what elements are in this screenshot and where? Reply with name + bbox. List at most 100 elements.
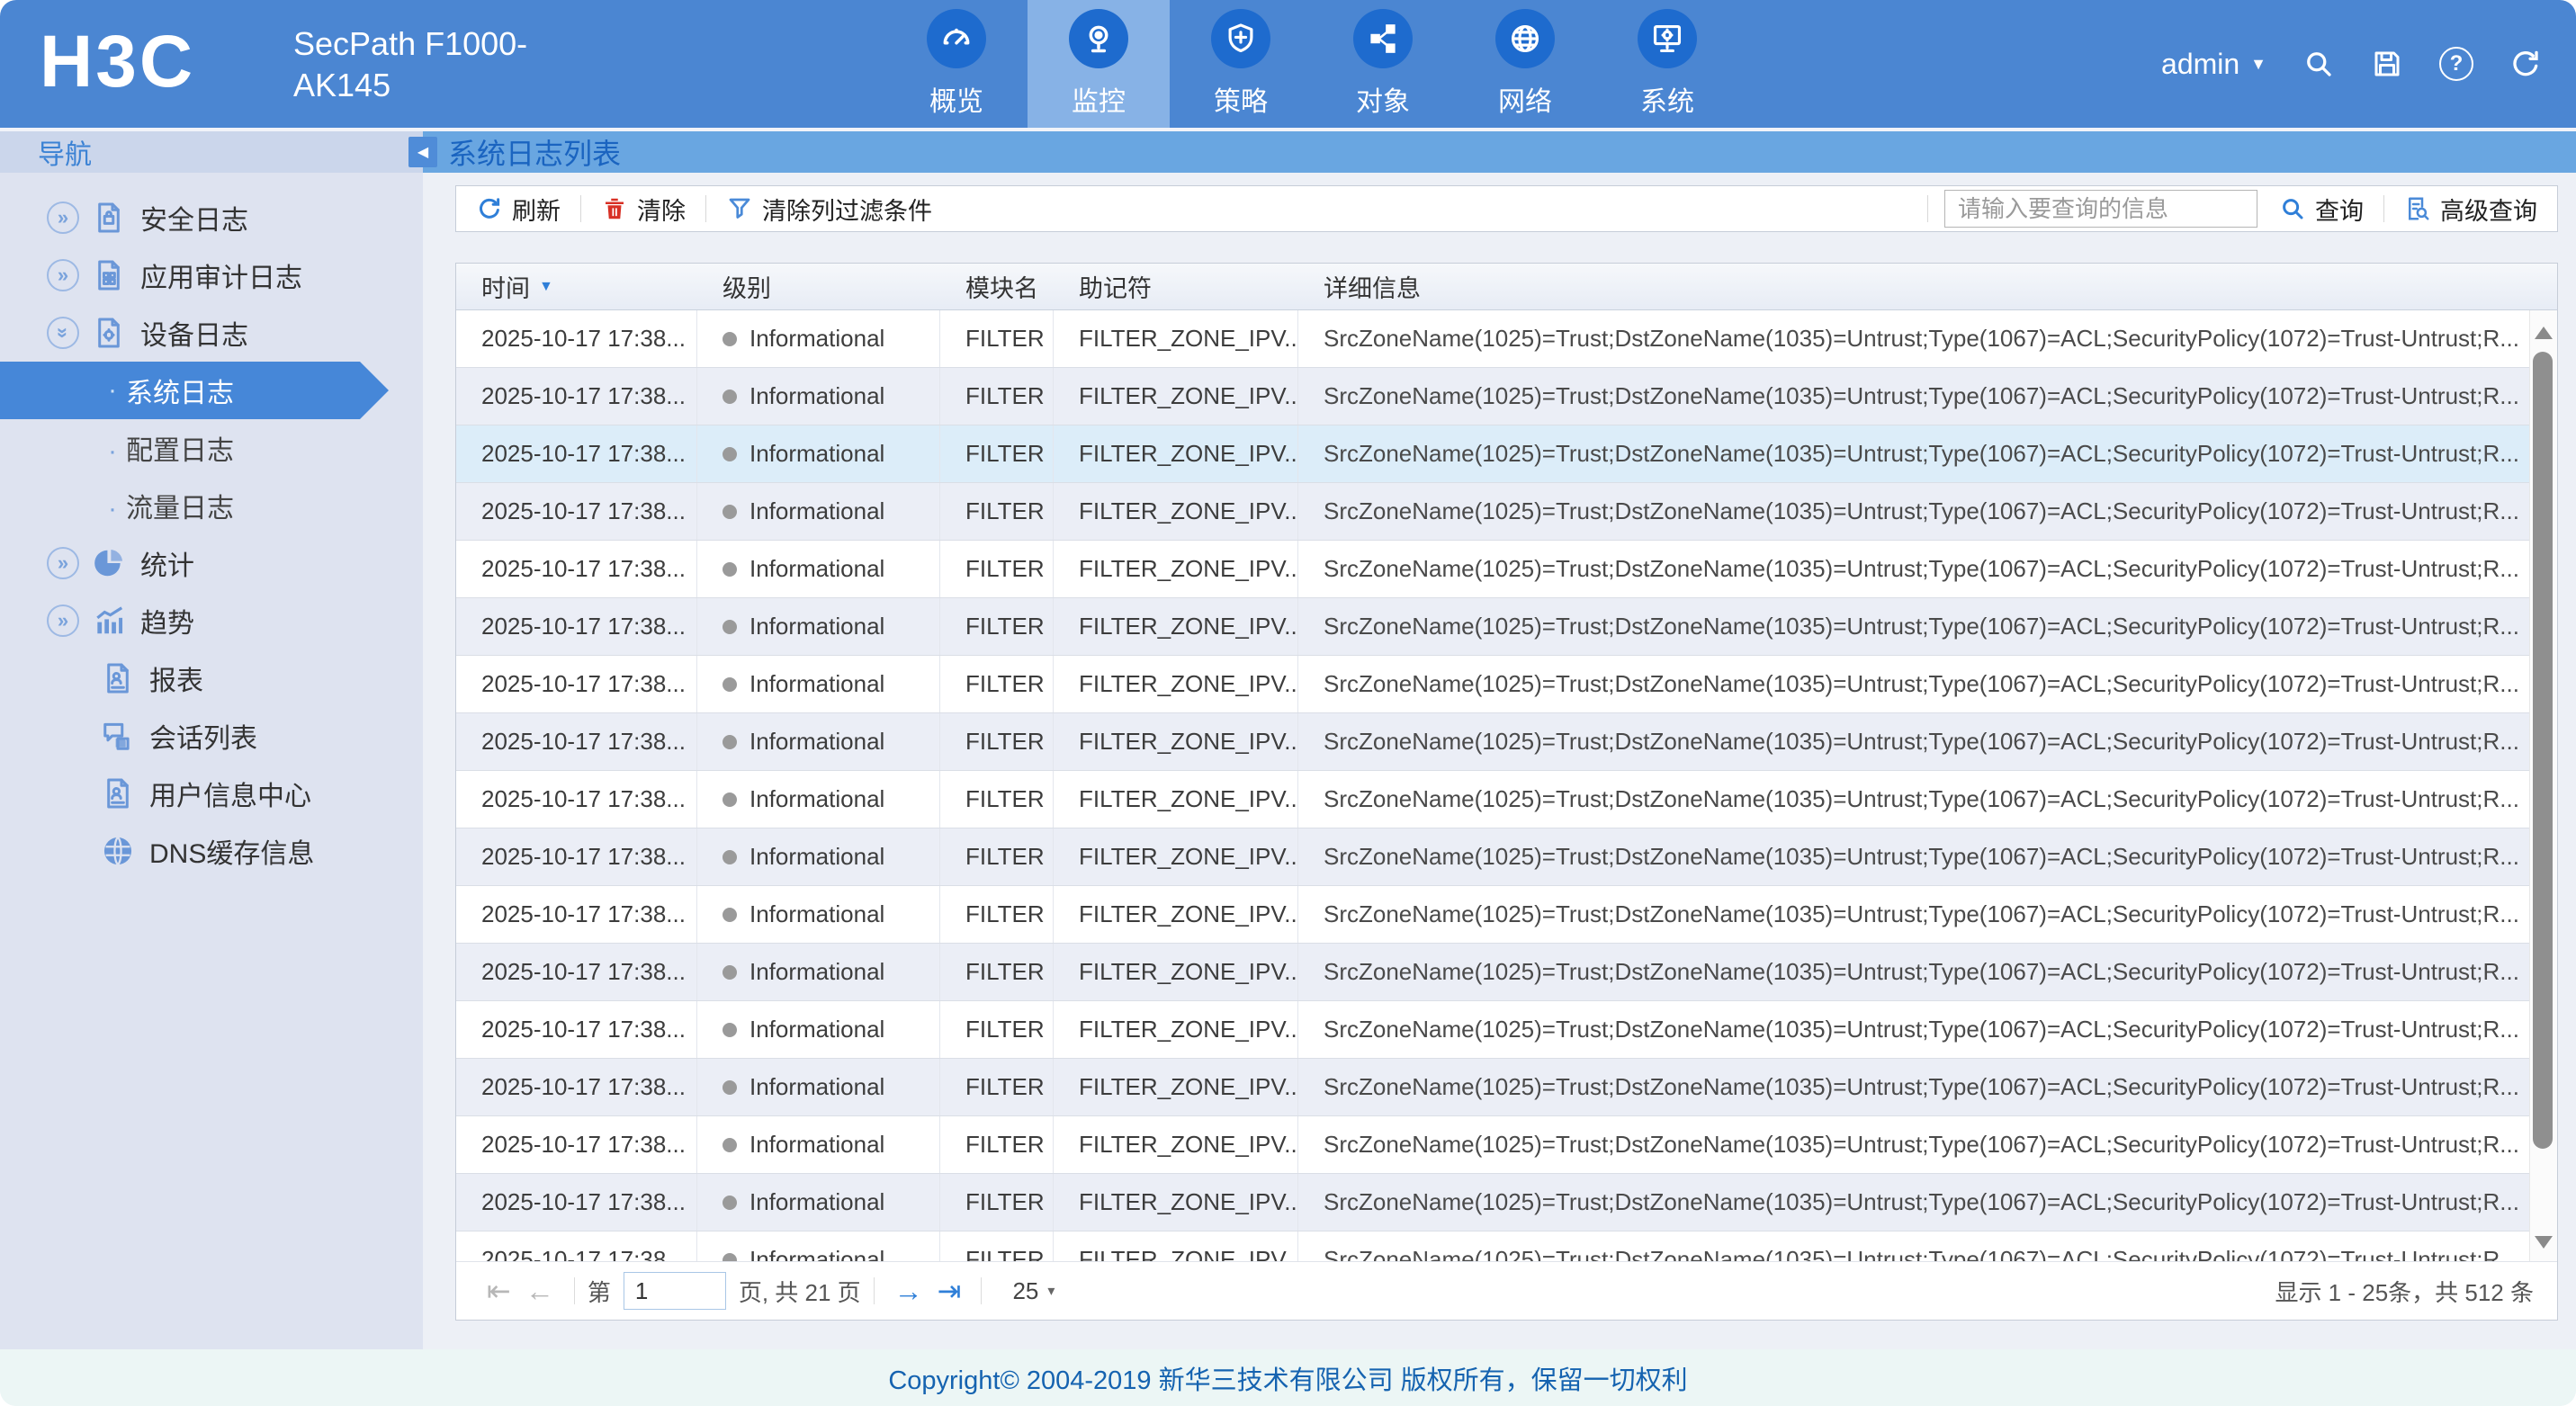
expand-icon[interactable]: » bbox=[47, 547, 79, 579]
table-row[interactable]: 2025-10-17 17:38...InformationalFILTERFI… bbox=[456, 1001, 2557, 1059]
table-row[interactable]: 2025-10-17 17:38...InformationalFILTERFI… bbox=[456, 541, 2557, 598]
report-icon bbox=[101, 661, 135, 695]
table-row[interactable]: 2025-10-17 17:38...InformationalFILTERFI… bbox=[456, 598, 2557, 656]
search-icon[interactable] bbox=[2302, 48, 2335, 80]
cell-module: FILTER bbox=[940, 771, 1054, 828]
tab-网络[interactable]: 网络 bbox=[1454, 0, 1596, 128]
level-dot-icon bbox=[723, 332, 737, 346]
table-row[interactable]: 2025-10-17 17:38...InformationalFILTERFI… bbox=[456, 368, 2557, 425]
logout-icon[interactable] bbox=[2509, 48, 2542, 80]
sidebar-item-统计[interactable]: » 统计 bbox=[0, 534, 423, 592]
tab-概览[interactable]: 概览 bbox=[885, 0, 1028, 128]
page-number-input[interactable] bbox=[624, 1272, 726, 1310]
toolbar: 刷新 清除 清除列过滤条件 bbox=[455, 185, 2558, 232]
next-page-icon[interactable]: → bbox=[887, 1276, 930, 1305]
search-input[interactable] bbox=[1944, 190, 2257, 228]
column-header-时间[interactable]: 时间▼ bbox=[456, 264, 697, 309]
clear-button[interactable]: 清除 bbox=[597, 192, 689, 227]
cell-level: Informational bbox=[697, 886, 940, 943]
page-size-select[interactable]: 25 ▾ bbox=[1012, 1277, 1055, 1305]
tab-监控[interactable]: 监控 bbox=[1028, 0, 1170, 128]
column-header-级别[interactable]: 级别 bbox=[697, 264, 940, 309]
table-row[interactable]: 2025-10-17 17:38...InformationalFILTERFI… bbox=[456, 483, 2557, 541]
sidebar-item-用户信息中心[interactable]: 用户信息中心 bbox=[0, 765, 423, 822]
cell-mnemonic: FILTER_ZONE_IPV... bbox=[1054, 886, 1298, 943]
cell-mnemonic: FILTER_ZONE_IPV... bbox=[1054, 1174, 1298, 1231]
tab-系统[interactable]: 系统 bbox=[1596, 0, 1738, 128]
scroll-up-icon[interactable] bbox=[2535, 327, 2553, 339]
table-row[interactable]: 2025-10-17 17:38...InformationalFILTERFI… bbox=[456, 425, 2557, 483]
cell-detail: SrcZoneName(1025)=Trust;DstZoneName(1035… bbox=[1298, 425, 2557, 482]
advanced-query-icon bbox=[2404, 195, 2431, 222]
column-header-助记符[interactable]: 助记符 bbox=[1054, 264, 1298, 309]
sidebar-item-流量日志[interactable]: ·流量日志 bbox=[0, 477, 423, 534]
sidebar-item-设备日志[interactable]: »设备日志 bbox=[0, 304, 423, 362]
sidebar-item-应用审计日志[interactable]: »应用审计日志 bbox=[0, 246, 423, 304]
cell-detail: SrcZoneName(1025)=Trust;DstZoneName(1035… bbox=[1298, 1001, 2557, 1058]
table-row[interactable]: 2025-10-17 17:38...InformationalFILTERFI… bbox=[456, 944, 2557, 1001]
cell-detail: SrcZoneName(1025)=Trust;DstZoneName(1035… bbox=[1298, 1059, 2557, 1115]
level-dot-icon bbox=[723, 965, 737, 980]
collapse-icon[interactable]: » bbox=[47, 317, 79, 349]
sidebar-item-系统日志[interactable]: ·系统日志 bbox=[0, 362, 389, 419]
prev-page-icon[interactable]: ← bbox=[518, 1276, 561, 1305]
sidebar-item-报表[interactable]: 报表 bbox=[0, 649, 423, 707]
save-icon[interactable] bbox=[2371, 48, 2403, 80]
cell-time: 2025-10-17 17:38... bbox=[456, 598, 697, 655]
advanced-query-button[interactable]: 高级查询 bbox=[2401, 192, 2541, 227]
user-menu[interactable]: admin ▼ bbox=[2161, 48, 2266, 81]
sidebar-item-DNS缓存信息[interactable]: DNS缓存信息 bbox=[0, 822, 423, 880]
table-viewport: 时间▼级别模块名助记符详细信息 2025-10-17 17:38...Infor… bbox=[456, 264, 2557, 1262]
tab-对象[interactable]: 对象 bbox=[1312, 0, 1454, 128]
first-page-icon[interactable]: ⇤ bbox=[480, 1276, 518, 1305]
sidebar-item-label: 统计 bbox=[140, 543, 194, 583]
scroll-down-icon[interactable] bbox=[2535, 1236, 2553, 1249]
sidebar-item-安全日志[interactable]: »安全日志 bbox=[0, 189, 423, 246]
cell-time: 2025-10-17 17:38... bbox=[456, 541, 697, 597]
tab-策略[interactable]: 策略 bbox=[1170, 0, 1312, 128]
cell-level: Informational bbox=[697, 828, 940, 885]
expand-icon[interactable]: » bbox=[47, 201, 79, 234]
cell-module: FILTER bbox=[940, 483, 1054, 540]
refresh-button[interactable]: 刷新 bbox=[472, 192, 564, 227]
table-row[interactable]: 2025-10-17 17:38...InformationalFILTERFI… bbox=[456, 656, 2557, 713]
table-row[interactable]: 2025-10-17 17:38...InformationalFILTERFI… bbox=[456, 1174, 2557, 1231]
table-row[interactable]: 2025-10-17 17:38...InformationalFILTERFI… bbox=[456, 1231, 2557, 1262]
column-header-模块名[interactable]: 模块名 bbox=[940, 264, 1054, 309]
sidebar-item-会话列表[interactable]: 会话列表 bbox=[0, 707, 423, 765]
table-row[interactable]: 2025-10-17 17:38...InformationalFILTERFI… bbox=[456, 886, 2557, 944]
user-info-icon bbox=[101, 776, 135, 810]
cell-level: Informational bbox=[697, 368, 940, 425]
cell-mnemonic: FILTER_ZONE_IPV... bbox=[1054, 1116, 1298, 1173]
trash-icon bbox=[601, 195, 628, 222]
cell-mnemonic: FILTER_ZONE_IPV... bbox=[1054, 713, 1298, 770]
sidebar-item-label: 配置日志 bbox=[126, 436, 234, 466]
cell-time: 2025-10-17 17:38... bbox=[456, 368, 697, 425]
table-row[interactable]: 2025-10-17 17:38...InformationalFILTERFI… bbox=[456, 828, 2557, 886]
table-row[interactable]: 2025-10-17 17:38...InformationalFILTERFI… bbox=[456, 713, 2557, 771]
table-row[interactable]: 2025-10-17 17:38...InformationalFILTERFI… bbox=[456, 310, 2557, 368]
query-button[interactable]: 查询 bbox=[2275, 192, 2367, 227]
gauge-icon bbox=[939, 22, 974, 56]
toolbar-divider bbox=[2383, 195, 2384, 222]
column-header-详细信息[interactable]: 详细信息 bbox=[1298, 264, 2557, 309]
sidebar-collapse-button[interactable]: ◀ bbox=[408, 137, 437, 167]
last-page-icon[interactable]: ⇥ bbox=[930, 1276, 969, 1305]
scrollbar-thumb[interactable] bbox=[2533, 352, 2553, 1149]
table-row[interactable]: 2025-10-17 17:38...InformationalFILTERFI… bbox=[456, 771, 2557, 828]
cell-mnemonic: FILTER_ZONE_IPV... bbox=[1054, 310, 1298, 367]
help-icon[interactable]: ? bbox=[2439, 47, 2473, 81]
expand-icon[interactable]: » bbox=[47, 604, 79, 637]
table-scrollbar[interactable] bbox=[2529, 310, 2557, 1261]
cell-level: Informational bbox=[697, 771, 940, 828]
h3c-logo: H3C bbox=[40, 20, 195, 104]
cell-detail: SrcZoneName(1025)=Trust;DstZoneName(1035… bbox=[1298, 1231, 2557, 1262]
clear-filter-button[interactable]: 清除列过滤条件 bbox=[723, 192, 936, 227]
cell-mnemonic: FILTER_ZONE_IPV... bbox=[1054, 656, 1298, 712]
expand-icon[interactable]: » bbox=[47, 259, 79, 291]
table-row[interactable]: 2025-10-17 17:38...InformationalFILTERFI… bbox=[456, 1116, 2557, 1174]
app-window: H3C SecPath F1000-AK145 概览监控策略对象网络系统 adm… bbox=[0, 0, 2576, 1406]
table-row[interactable]: 2025-10-17 17:38...InformationalFILTERFI… bbox=[456, 1059, 2557, 1116]
sidebar-item-配置日志[interactable]: ·配置日志 bbox=[0, 419, 423, 477]
sidebar-item-趋势[interactable]: »趋势 bbox=[0, 592, 423, 649]
